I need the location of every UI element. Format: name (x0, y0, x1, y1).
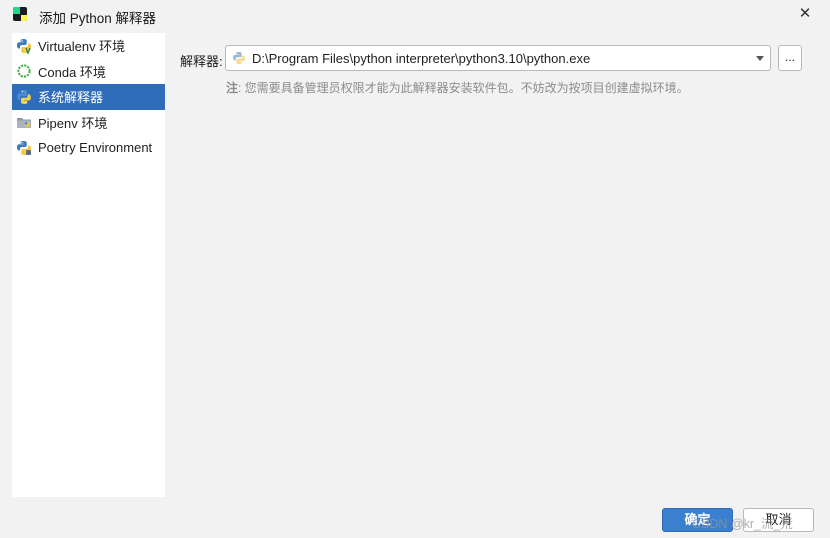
chevron-down-icon[interactable] (756, 56, 764, 61)
pycharm-logo-icon (13, 7, 27, 21)
sidebar-item-label: Conda 环境 (38, 64, 106, 80)
python-virtualenv-icon (17, 38, 31, 54)
interpreter-label: 解释器: (180, 54, 223, 69)
ok-button[interactable]: 确定 (662, 508, 733, 532)
note-prefix: 注 (226, 81, 239, 95)
sidebar-item-poetry[interactable]: Poetry Environment (12, 135, 165, 161)
sidebar-item-pipenv[interactable]: Pipenv 环境 (12, 110, 165, 136)
note-text: : 您需要具备管理员权限才能为此解释器安装软件包。不妨改为按项目创建虚拟环境。 (238, 81, 689, 95)
poetry-icon (17, 140, 31, 155)
title-bar: 添加 Python 解释器 ✕ (0, 0, 830, 30)
browse-button[interactable]: ... (778, 45, 802, 71)
close-button[interactable]: ✕ (795, 4, 815, 24)
sidebar-item-label: Virtualenv 环境 (38, 39, 126, 55)
sidebar-item-label: Pipenv 环境 (38, 115, 108, 131)
sidebar-item-virtualenv[interactable]: Virtualenv 环境 (12, 33, 165, 59)
pipenv-icon (17, 118, 31, 129)
interpreter-path-value: D:\Program Files\python interpreter\pyth… (252, 50, 591, 66)
python-icon (17, 89, 31, 104)
conda-icon (17, 64, 31, 78)
admin-note: 注: 您需要具备管理员权限才能为此解释器安装软件包。不妨改为按项目创建虚拟环境。 (226, 79, 689, 96)
cancel-button[interactable]: 取消 (743, 508, 814, 532)
interpreter-type-list: Virtualenv 环境 Conda 环境 系统解释器 Pipenv 环境 P… (12, 33, 165, 497)
sidebar-item-label: 系统解释器 (38, 90, 104, 106)
python-icon (233, 51, 245, 65)
sidebar-item-label: Poetry Environment (38, 140, 153, 156)
sidebar-item-system-interpreter[interactable]: 系统解释器 (12, 84, 165, 110)
interpreter-select[interactable]: D:\Program Files\python interpreter\pyth… (225, 45, 771, 71)
sidebar-item-conda[interactable]: Conda 环境 (12, 59, 165, 85)
window-title: 添加 Python 解释器 (39, 11, 157, 26)
